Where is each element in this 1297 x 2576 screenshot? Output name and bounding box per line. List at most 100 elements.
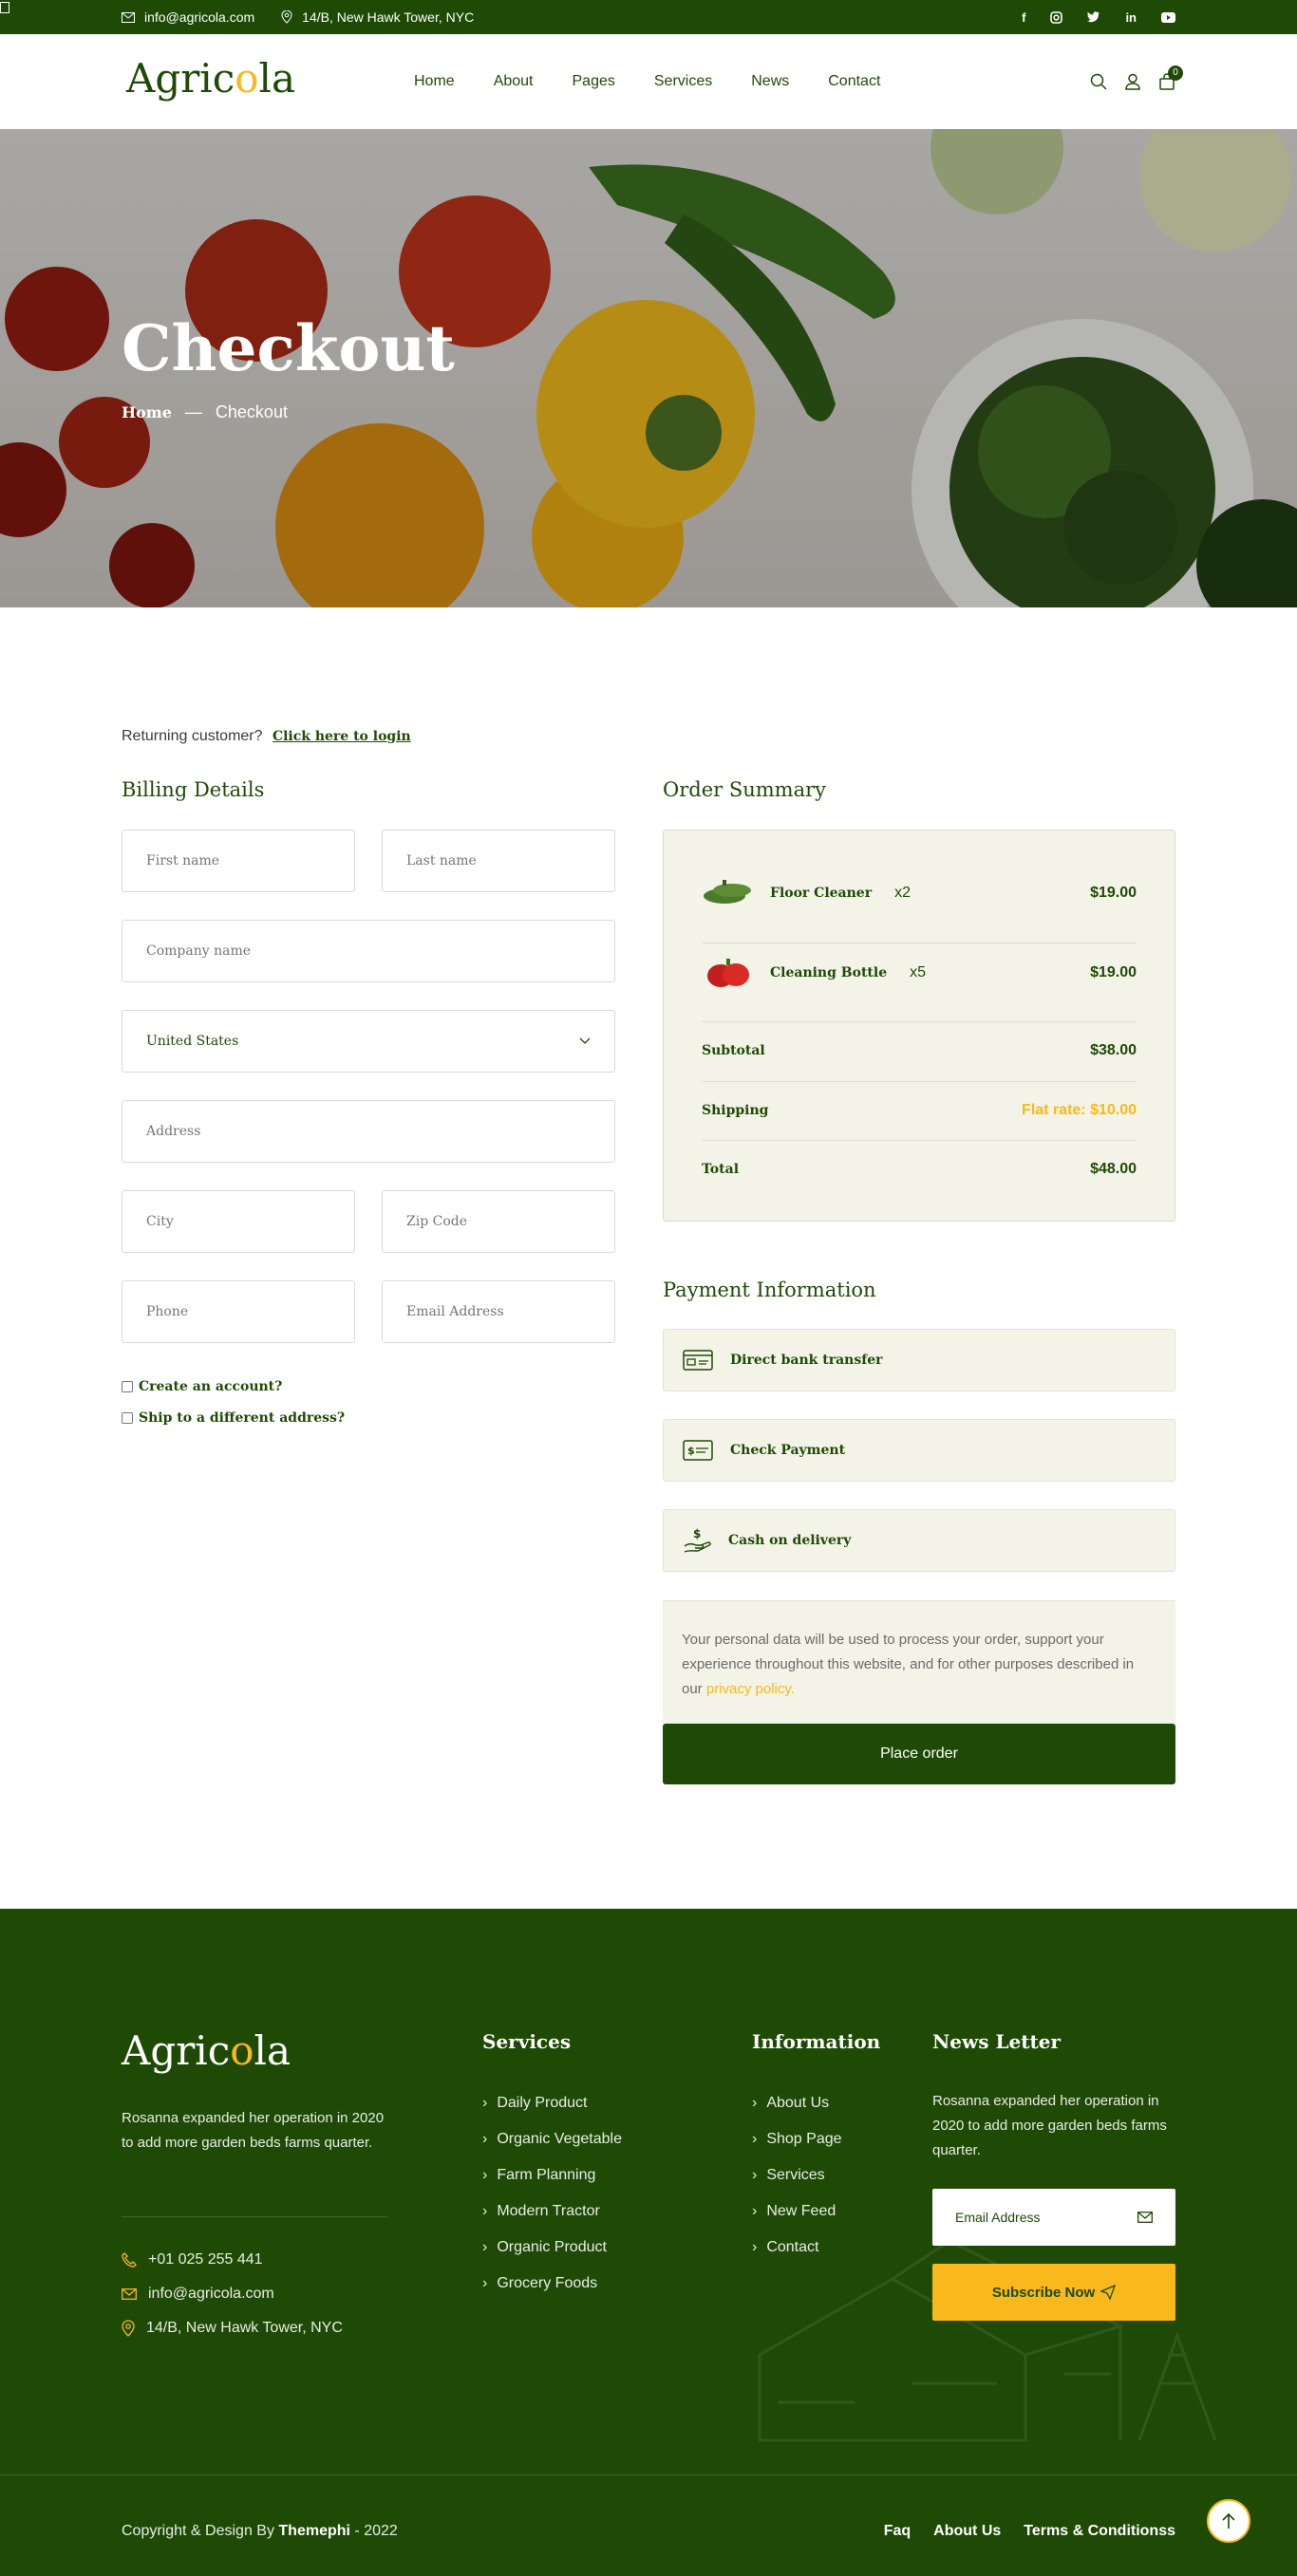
order-item-product: Cleaning Bottle x5 (702, 957, 926, 989)
nav-about[interactable]: About (494, 73, 534, 90)
email-address-input[interactable] (382, 1280, 615, 1343)
footer-information-list: › About Us › Shop Page › Services › New Feed… (752, 2095, 842, 2275)
user-icon[interactable] (1124, 73, 1141, 90)
chevron-right-icon: › (752, 2239, 758, 2255)
cart-button[interactable]: 0 (1158, 65, 1183, 90)
top-address: 14/B, New Hawk Tower, NYC (281, 9, 474, 25)
place-order-button[interactable]: Place order (663, 1724, 1175, 1784)
footer-link-label: Services (766, 2167, 825, 2183)
youtube-icon[interactable] (1161, 11, 1175, 23)
footer-link[interactable]: › Grocery Foods (482, 2275, 622, 2311)
payment-option-check[interactable]: $ Check Payment (663, 1419, 1175, 1482)
arrow-up-icon (1222, 2512, 1235, 2529)
footer-link[interactable]: › Shop Page (752, 2131, 842, 2167)
breadcrumb-separator: — (184, 402, 202, 421)
checkbox-box[interactable] (122, 1381, 133, 1392)
order-item: Cleaning Bottle x5 $19.00 (702, 954, 1137, 992)
logo-text-end: la (258, 55, 296, 102)
nav-home[interactable]: Home (414, 73, 455, 90)
breadcrumb-home[interactable]: Home (122, 403, 172, 421)
chevron-right-icon: › (482, 2131, 488, 2147)
nav-news[interactable]: News (751, 73, 789, 90)
footer-logo[interactable]: Agricola (122, 2027, 291, 2074)
total-row: Total $48.00 (702, 1154, 1137, 1185)
order-item-name[interactable]: Cleaning Bottle (770, 965, 887, 980)
footer-address-text: 14/B, New Hawk Tower, NYC (146, 2320, 343, 2336)
header-icons: 0 (1090, 34, 1183, 129)
order-item-product: Floor Cleaner x2 (702, 877, 911, 909)
chevron-right-icon: › (482, 2239, 488, 2255)
footer-link[interactable]: › Modern Tractor (482, 2203, 622, 2239)
order-item-price: $19.00 (1090, 885, 1137, 901)
footer-logo-text-leaf-o: o (230, 2027, 254, 2074)
chevron-right-icon: › (752, 2203, 758, 2219)
ship-different-checkbox[interactable]: Ship to a different address? (122, 1410, 345, 1426)
create-account-checkbox[interactable]: Create an account? (122, 1379, 282, 1394)
cart-count-badge: 0 (1168, 65, 1183, 81)
company-name-input[interactable] (122, 920, 615, 982)
country-select[interactable]: United States (122, 1010, 615, 1073)
footer-phone[interactable]: +01 025 255 441 (122, 2251, 263, 2268)
linkedin-icon[interactable]: in (1125, 10, 1137, 25)
search-icon[interactable] (1090, 73, 1107, 90)
nav-pages[interactable]: Pages (573, 73, 615, 90)
footer-link-label: Modern Tractor (497, 2203, 600, 2219)
footer-link[interactable]: › Contact (752, 2239, 842, 2275)
subscribe-button[interactable]: Subscribe Now (932, 2264, 1175, 2321)
shipping-label: Shipping (702, 1103, 769, 1118)
phone-input[interactable] (122, 1280, 355, 1343)
order-summary-title: Order Summary (663, 778, 826, 801)
breadcrumb: Home — Checkout (122, 402, 288, 422)
privacy-policy-link[interactable]: privacy policy. (706, 1681, 795, 1697)
subscribe-label: Subscribe Now (991, 2284, 1096, 2301)
login-link[interactable]: Click here to login (273, 729, 411, 744)
footer-link[interactable]: › About Us (752, 2095, 842, 2131)
total-value: $48.00 (1090, 1161, 1137, 1177)
subtotal-value: $38.00 (1090, 1042, 1137, 1058)
nav-services[interactable]: Services (654, 73, 712, 90)
chevron-right-icon: › (752, 2167, 758, 2183)
last-name-input[interactable] (382, 830, 615, 892)
chevron-right-icon: › (482, 2203, 488, 2219)
footer-link[interactable]: › Services (752, 2167, 842, 2203)
checkbox-box[interactable] (122, 1412, 133, 1424)
copyright-brand[interactable]: Themephi (278, 2523, 350, 2539)
footer-email[interactable]: info@agricola.com (122, 2286, 274, 2303)
country-selected-value: United States (146, 1034, 239, 1049)
city-input[interactable] (122, 1190, 355, 1253)
footer-link[interactable]: › Organic Vegetable (482, 2131, 622, 2167)
order-item-name[interactable]: Floor Cleaner (770, 886, 872, 901)
terms-link[interactable]: Terms & Conditionss (1024, 2523, 1175, 2540)
footer-link[interactable]: › Organic Product (482, 2239, 622, 2275)
chevron-right-icon: › (482, 2095, 488, 2111)
order-item-qty: x2 (894, 885, 911, 901)
twitter-icon[interactable] (1087, 11, 1100, 23)
payment-option-label: Check Payment (730, 1443, 846, 1458)
copyright: Copyright & Design By Themephi - 2022 (122, 2523, 398, 2540)
newsletter-email-input[interactable]: Email Address (932, 2189, 1175, 2246)
footer-link[interactable]: › Farm Planning (482, 2167, 622, 2203)
chevron-right-icon: › (752, 2131, 758, 2147)
instagram-icon[interactable] (1050, 10, 1063, 24)
address-input[interactable] (122, 1100, 615, 1163)
first-name-input[interactable] (122, 830, 355, 892)
faq-link[interactable]: Faq (884, 2523, 911, 2540)
location-pin-icon (281, 10, 292, 24)
footer-link[interactable]: › New Feed (752, 2203, 842, 2239)
order-item-qty: x5 (910, 964, 927, 980)
site-logo[interactable]: Agricola (126, 55, 295, 102)
footer-link[interactable]: › Daily Product (482, 2095, 622, 2131)
cucumber-product-image (704, 880, 751, 904)
about-us-link[interactable]: About Us (933, 2523, 1001, 2540)
payment-option-bank[interactable]: Direct bank transfer (663, 1329, 1175, 1391)
back-to-top-button[interactable] (1207, 2499, 1250, 2543)
nav-contact[interactable]: Contact (828, 73, 880, 90)
newsletter-email-placeholder: Email Address (955, 2210, 1041, 2225)
chevron-down-icon (579, 1037, 591, 1044)
facebook-icon[interactable]: f (1022, 10, 1025, 25)
footer-link-label: Shop Page (766, 2131, 842, 2147)
payment-option-cash[interactable]: $ Cash on delivery (663, 1509, 1175, 1572)
zip-code-input[interactable] (382, 1190, 615, 1253)
mail-icon (122, 2288, 137, 2300)
top-email[interactable]: info@agricola.com (122, 9, 254, 25)
